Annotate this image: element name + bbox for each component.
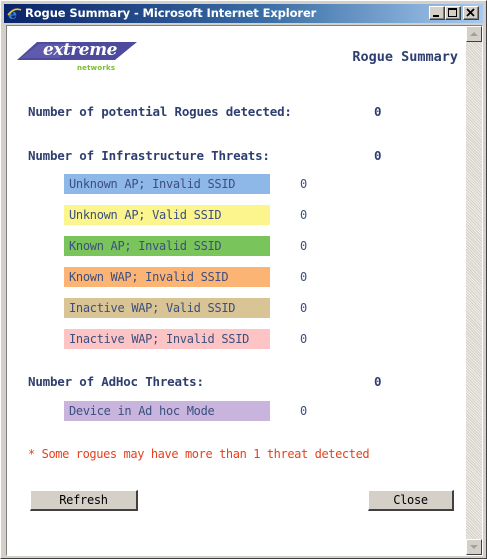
scroll-down-icon <box>470 545 478 549</box>
maximize-icon <box>448 8 457 17</box>
footnote: * Some rogues may have more than 1 threa… <box>28 447 370 461</box>
close-button[interactable]: Close <box>368 490 454 511</box>
threat-inactive-wap-invalid-ssid: Inactive WAP; Invalid SSID <box>64 329 270 349</box>
page-content: extreme networks Rogue Summary Number of… <box>7 26 466 555</box>
window-title: Rogue Summary - Microsoft Internet Explo… <box>25 6 317 20</box>
logo-wordmark: extreme <box>43 40 117 60</box>
close-window-button[interactable] <box>463 6 479 20</box>
threat-known-ap-invalid-ssid: Known AP; Invalid SSID <box>64 236 270 256</box>
scroll-down-button[interactable] <box>466 539 482 555</box>
threat-inactive-wap-invalid-ssid-value: 0 <box>300 332 308 346</box>
threat-unknown-ap-invalid-ssid: Unknown AP; Invalid SSID <box>64 174 270 194</box>
scroll-up-button[interactable] <box>466 26 482 42</box>
threat-unknown-ap-valid-ssid-value: 0 <box>300 208 308 222</box>
ie-icon: e <box>7 7 22 21</box>
potential-rogues-value: 0 <box>374 104 382 119</box>
maximize-button[interactable] <box>445 6 461 20</box>
threat-known-wap-invalid-ssid-value: 0 <box>300 270 308 284</box>
minimize-icon <box>433 15 439 17</box>
threat-known-wap-invalid-ssid: Known WAP; Invalid SSID <box>64 267 270 287</box>
threat-device-in-adhoc-mode-value: 0 <box>300 404 308 418</box>
infrastructure-threats-value: 0 <box>374 148 382 163</box>
adhoc-threats-value: 0 <box>374 374 382 389</box>
title-bar[interactable]: e Rogue Summary - Microsoft Internet Exp… <box>4 4 483 23</box>
threat-known-ap-invalid-ssid-value: 0 <box>300 239 308 253</box>
threat-inactive-wap-valid-ssid-value: 0 <box>300 301 308 315</box>
logo-subtext: networks <box>77 64 116 72</box>
extreme-networks-logo: extreme networks <box>15 40 139 74</box>
page-viewport: extreme networks Rogue Summary Number of… <box>6 25 483 556</box>
potential-rogues-label: Number of potential Rogues detected: <box>28 104 292 119</box>
close-icon <box>466 8 475 17</box>
threat-unknown-ap-invalid-ssid-value: 0 <box>300 177 308 191</box>
infrastructure-threats-label: Number of Infrastructure Threats: <box>28 148 270 163</box>
refresh-button[interactable]: Refresh <box>30 490 138 511</box>
vertical-scrollbar[interactable] <box>466 26 482 555</box>
page-title: Rogue Summary <box>352 49 458 65</box>
browser-window: e Rogue Summary - Microsoft Internet Exp… <box>0 0 487 559</box>
minimize-button[interactable] <box>429 6 445 20</box>
threat-device-in-adhoc-mode: Device in Ad hoc Mode <box>64 401 270 421</box>
adhoc-threats-label: Number of AdHoc Threats: <box>28 374 204 389</box>
threat-inactive-wap-valid-ssid: Inactive WAP; Valid SSID <box>64 298 270 318</box>
threat-unknown-ap-valid-ssid: Unknown AP; Valid SSID <box>64 205 270 225</box>
scroll-up-icon <box>470 32 478 36</box>
